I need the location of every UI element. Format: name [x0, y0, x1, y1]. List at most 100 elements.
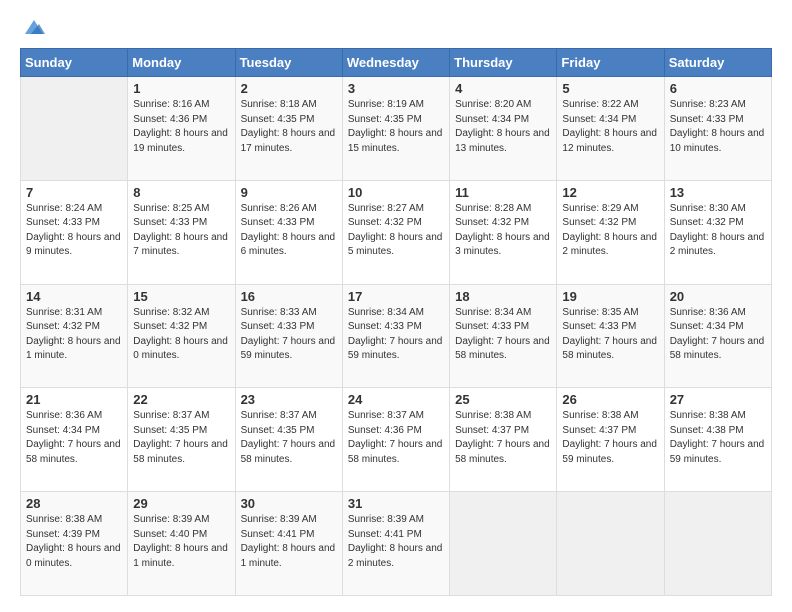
day-number: 28 — [26, 496, 122, 511]
cell-content: Sunrise: 8:23 AMSunset: 4:33 PMDaylight:… — [670, 98, 766, 156]
cell-content: Sunrise: 8:37 AMSunset: 4:36 PMDaylight:… — [348, 409, 444, 467]
day-number: 12 — [562, 185, 658, 200]
day-number: 9 — [241, 185, 337, 200]
cell-content: Sunrise: 8:22 AMSunset: 4:34 PMDaylight:… — [562, 98, 658, 156]
calendar-cell: 30Sunrise: 8:39 AMSunset: 4:41 PMDayligh… — [235, 492, 342, 596]
calendar-cell: 25 Sunrise: 8:38 AMSunset: 4:37 PMDayligh… — [450, 388, 557, 492]
day-number: 20 — [670, 289, 766, 304]
calendar-week-2: 7 Sunrise: 8:24 AMSunset: 4:33 PMDaylight… — [21, 180, 772, 284]
day-number: 24 — [348, 392, 444, 407]
calendar-cell: 1Sunrise: 8:16 AMSunset: 4:36 PMDaylight… — [128, 77, 235, 181]
calendar-cell: 3 Sunrise: 8:19 AMSunset: 4:35 PMDaylight… — [342, 77, 449, 181]
weekday-sunday: Sunday — [21, 49, 128, 77]
calendar-cell: 17 Sunrise: 8:34 AMSunset: 4:33 PMDayligh… — [342, 284, 449, 388]
calendar-cell: 13 Sunrise: 8:30 AMSunset: 4:32 PMDayligh… — [664, 180, 771, 284]
calendar-week-3: 14Sunrise: 8:31 AMSunset: 4:32 PMDayligh… — [21, 284, 772, 388]
cell-content: Sunrise: 8:38 AMSunset: 4:37 PMDaylight:… — [455, 409, 551, 467]
weekday-saturday: Saturday — [664, 49, 771, 77]
cell-content: Sunrise: 8:37 AMSunset: 4:35 PMDaylight:… — [241, 409, 337, 467]
cell-content: Sunrise: 8:36 AMSunset: 4:34 PMDaylight:… — [26, 409, 122, 467]
cell-content: Sunrise: 8:28 AMSunset: 4:32 PMDaylight:… — [455, 202, 551, 260]
calendar-cell — [21, 77, 128, 181]
calendar-cell: 28 Sunrise: 8:38 AMSunset: 4:39 PMDayligh… — [21, 492, 128, 596]
calendar-cell — [450, 492, 557, 596]
weekday-tuesday: Tuesday — [235, 49, 342, 77]
cell-content: Sunrise: 8:34 AMSunset: 4:33 PMDaylight:… — [348, 306, 444, 364]
calendar-cell: 12Sunrise: 8:29 AMSunset: 4:32 PMDayligh… — [557, 180, 664, 284]
day-number: 17 — [348, 289, 444, 304]
day-number: 23 — [241, 392, 337, 407]
cell-content: Sunrise: 8:38 AMSunset: 4:38 PMDaylight:… — [670, 409, 766, 467]
day-number: 15 — [133, 289, 229, 304]
calendar-cell: 6 Sunrise: 8:23 AMSunset: 4:33 PMDaylight… — [664, 77, 771, 181]
logo — [20, 16, 45, 38]
day-number: 22 — [133, 392, 229, 407]
day-number: 30 — [241, 496, 337, 511]
calendar-week-1: 1Sunrise: 8:16 AMSunset: 4:36 PMDaylight… — [21, 77, 772, 181]
weekday-wednesday: Wednesday — [342, 49, 449, 77]
day-number: 19 — [562, 289, 658, 304]
cell-content: Sunrise: 8:20 AMSunset: 4:34 PMDaylight:… — [455, 98, 551, 156]
day-number: 27 — [670, 392, 766, 407]
weekday-header-row: SundayMondayTuesdayWednesdayThursdayFrid… — [21, 49, 772, 77]
calendar-cell: 29 Sunrise: 8:39 AMSunset: 4:40 PMDayligh… — [128, 492, 235, 596]
day-number: 26 — [562, 392, 658, 407]
cell-content: Sunrise: 8:25 AMSunset: 4:33 PMDaylight:… — [133, 202, 229, 260]
calendar-week-5: 28 Sunrise: 8:38 AMSunset: 4:39 PMDayligh… — [21, 492, 772, 596]
day-number: 29 — [133, 496, 229, 511]
calendar-cell: 14Sunrise: 8:31 AMSunset: 4:32 PMDayligh… — [21, 284, 128, 388]
calendar-cell: 27 Sunrise: 8:38 AMSunset: 4:38 PMDayligh… — [664, 388, 771, 492]
calendar-week-4: 21 Sunrise: 8:36 AMSunset: 4:34 PMDayligh… — [21, 388, 772, 492]
calendar-cell: 15Sunrise: 8:32 AMSunset: 4:32 PMDayligh… — [128, 284, 235, 388]
weekday-monday: Monday — [128, 49, 235, 77]
day-number: 16 — [241, 289, 337, 304]
day-number: 18 — [455, 289, 551, 304]
day-number: 31 — [348, 496, 444, 511]
calendar-cell: 24 Sunrise: 8:37 AMSunset: 4:36 PMDayligh… — [342, 388, 449, 492]
cell-content: Sunrise: 8:37 AMSunset: 4:35 PMDaylight:… — [133, 409, 229, 467]
calendar-cell: 9 Sunrise: 8:26 AMSunset: 4:33 PMDaylight… — [235, 180, 342, 284]
calendar-cell: 7 Sunrise: 8:24 AMSunset: 4:33 PMDaylight… — [21, 180, 128, 284]
cell-content: Sunrise: 8:38 AMSunset: 4:39 PMDaylight:… — [26, 513, 122, 571]
calendar-cell: 11 Sunrise: 8:28 AMSunset: 4:32 PMDayligh… — [450, 180, 557, 284]
day-number: 11 — [455, 185, 551, 200]
calendar-table: SundayMondayTuesdayWednesdayThursdayFrid… — [20, 48, 772, 596]
cell-content: Sunrise: 8:30 AMSunset: 4:32 PMDaylight:… — [670, 202, 766, 260]
day-number: 13 — [670, 185, 766, 200]
calendar-cell: 19 Sunrise: 8:35 AMSunset: 4:33 PMDayligh… — [557, 284, 664, 388]
cell-content: Sunrise: 8:18 AMSunset: 4:35 PMDaylight:… — [241, 98, 337, 156]
cell-content: Sunrise: 8:33 AMSunset: 4:33 PMDaylight:… — [241, 306, 337, 364]
cell-content: Sunrise: 8:31 AMSunset: 4:32 PMDaylight:… — [26, 306, 122, 364]
cell-content: Sunrise: 8:35 AMSunset: 4:33 PMDaylight:… — [562, 306, 658, 364]
day-number: 10 — [348, 185, 444, 200]
calendar-cell: 21 Sunrise: 8:36 AMSunset: 4:34 PMDayligh… — [21, 388, 128, 492]
cell-content: Sunrise: 8:24 AMSunset: 4:33 PMDaylight:… — [26, 202, 122, 260]
calendar-cell: 20Sunrise: 8:36 AMSunset: 4:34 PMDayligh… — [664, 284, 771, 388]
calendar-cell — [557, 492, 664, 596]
day-number: 5 — [562, 81, 658, 96]
calendar-cell: 8 Sunrise: 8:25 AMSunset: 4:33 PMDaylight… — [128, 180, 235, 284]
cell-content: Sunrise: 8:26 AMSunset: 4:33 PMDaylight:… — [241, 202, 337, 260]
calendar-cell: 31 Sunrise: 8:39 AMSunset: 4:41 PMDayligh… — [342, 492, 449, 596]
day-number: 25 — [455, 392, 551, 407]
day-number: 4 — [455, 81, 551, 96]
header — [20, 16, 772, 38]
calendar-cell: 10Sunrise: 8:27 AMSunset: 4:32 PMDayligh… — [342, 180, 449, 284]
day-number: 6 — [670, 81, 766, 96]
cell-content: Sunrise: 8:38 AMSunset: 4:37 PMDaylight:… — [562, 409, 658, 467]
calendar-cell: 16 Sunrise: 8:33 AMSunset: 4:33 PMDayligh… — [235, 284, 342, 388]
cell-content: Sunrise: 8:39 AMSunset: 4:41 PMDaylight:… — [348, 513, 444, 571]
cell-content: Sunrise: 8:34 AMSunset: 4:33 PMDaylight:… — [455, 306, 551, 364]
weekday-thursday: Thursday — [450, 49, 557, 77]
cell-content: Sunrise: 8:39 AMSunset: 4:40 PMDaylight:… — [133, 513, 229, 571]
calendar-cell: 18 Sunrise: 8:34 AMSunset: 4:33 PMDayligh… — [450, 284, 557, 388]
calendar-cell — [664, 492, 771, 596]
day-number: 2 — [241, 81, 337, 96]
day-number: 3 — [348, 81, 444, 96]
day-number: 7 — [26, 185, 122, 200]
calendar-cell: 23 Sunrise: 8:37 AMSunset: 4:35 PMDayligh… — [235, 388, 342, 492]
day-number: 8 — [133, 185, 229, 200]
day-number: 21 — [26, 392, 122, 407]
cell-content: Sunrise: 8:19 AMSunset: 4:35 PMDaylight:… — [348, 98, 444, 156]
calendar-cell: 2 Sunrise: 8:18 AMSunset: 4:35 PMDaylight… — [235, 77, 342, 181]
